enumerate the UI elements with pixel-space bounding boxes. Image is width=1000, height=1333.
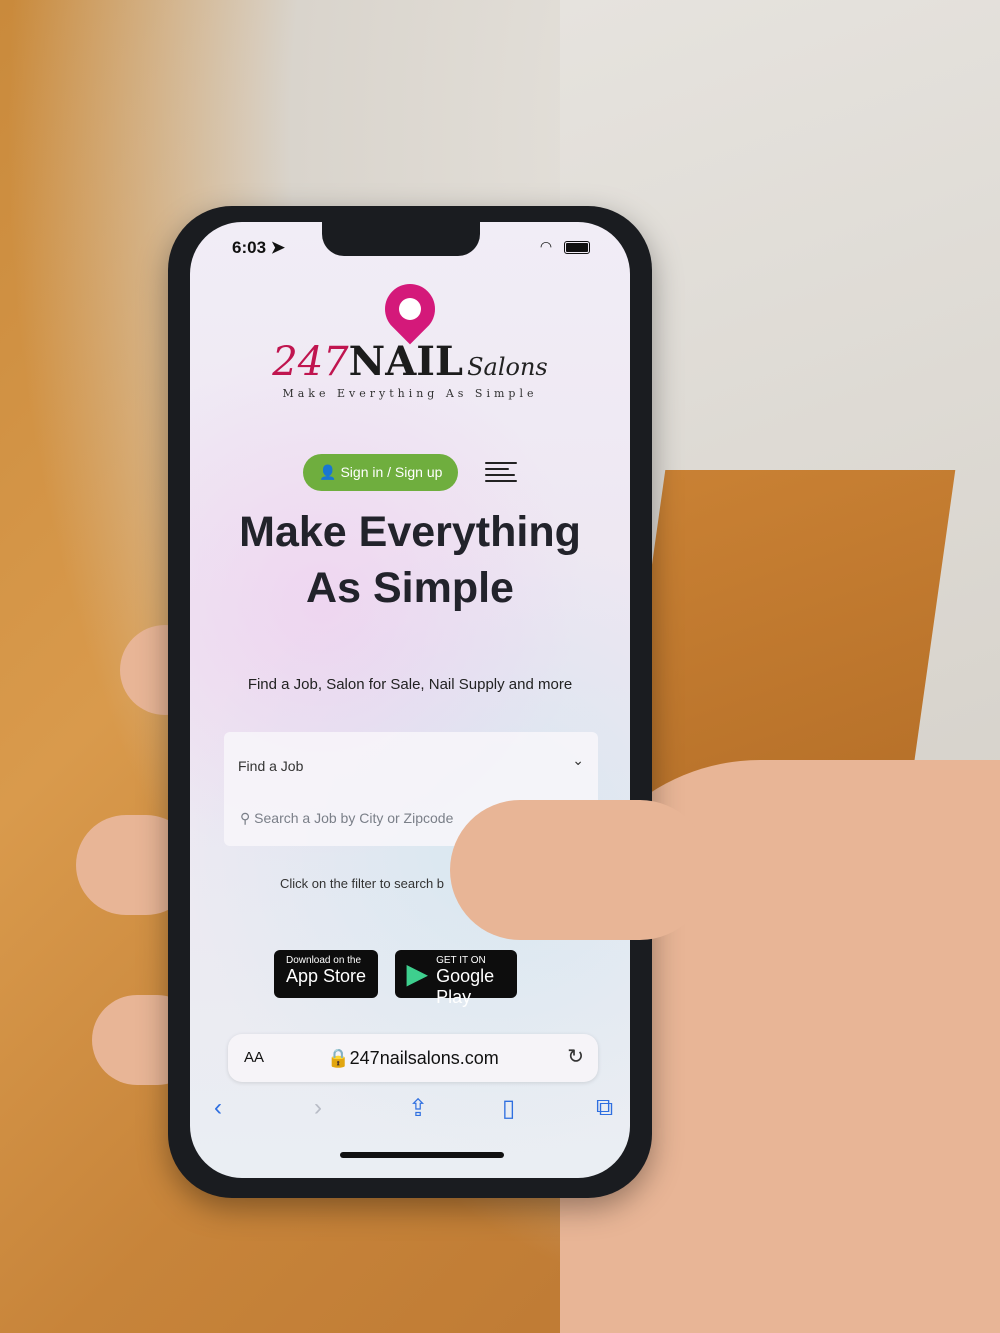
notch: [322, 222, 480, 256]
user-icon: 👤: [319, 464, 337, 480]
search-icon: ⚲: [240, 810, 251, 826]
store-badges: Download on the App Store ▶ GET IT ON Go…: [274, 950, 529, 1007]
nail-pin-icon: [374, 273, 446, 345]
phone-screen: 6:03 ➤ ◠ 247NAIL Salons Make Everything A…: [190, 222, 630, 1178]
google-play-icon: ▶: [406, 958, 429, 989]
address-bar[interactable]: AA 🔒247nailsalons.com ↻: [228, 1034, 598, 1082]
site-logo[interactable]: 247NAIL Salons Make Everything As Simple: [190, 273, 630, 400]
status-time: 6:03 ➤: [232, 238, 286, 257]
battery-icon: [564, 240, 590, 254]
search-input[interactable]: ⚲ Search a Job by City or Zipcode: [240, 810, 453, 827]
lock-icon: 🔒: [327, 1048, 350, 1068]
home-indicator: [340, 1152, 504, 1158]
reload-icon[interactable]: ↻: [567, 1044, 584, 1069]
header-actions: 👤 Sign in / Sign up: [190, 454, 630, 491]
google-play-button[interactable]: ▶ GET IT ON Google Play: [394, 950, 517, 1007]
location-arrow-icon: ➤: [270, 238, 286, 257]
wifi-icon: ◠: [539, 238, 557, 254]
signin-button[interactable]: 👤 Sign in / Sign up: [303, 454, 459, 491]
forward-icon[interactable]: ›: [314, 1094, 322, 1122]
logo-tagline: Make Everything As Simple: [282, 387, 538, 400]
hero-subline: Find a Job, Salon for Sale, Nail Supply …: [247, 676, 573, 693]
tabs-icon[interactable]: ⧉: [596, 1094, 613, 1122]
hand-thumb: [450, 800, 710, 940]
menu-icon[interactable]: [484, 461, 517, 484]
category-select[interactable]: Find a Job: [238, 758, 303, 774]
logo-247: 247: [272, 339, 349, 385]
app-store-button[interactable]: Download on the App Store: [274, 950, 379, 998]
browser-toolbar: ‹ › ⇪ ▯ ⧉: [190, 1094, 630, 1134]
status-icons: ◠: [540, 238, 590, 255]
share-icon[interactable]: ⇪: [408, 1094, 428, 1123]
logo-salons: Salons: [467, 353, 548, 381]
hero-headline: Make Everything As Simple: [239, 508, 581, 612]
chevron-down-icon[interactable]: ⌄: [572, 752, 584, 769]
filter-hint: Click on the filter to search b: [280, 876, 445, 891]
url-text: 🔒247nailsalons.com: [327, 1048, 499, 1068]
back-icon[interactable]: ‹: [214, 1094, 222, 1122]
bookmarks-icon[interactable]: ▯: [502, 1094, 515, 1123]
logo-nail: NAIL: [348, 338, 464, 385]
